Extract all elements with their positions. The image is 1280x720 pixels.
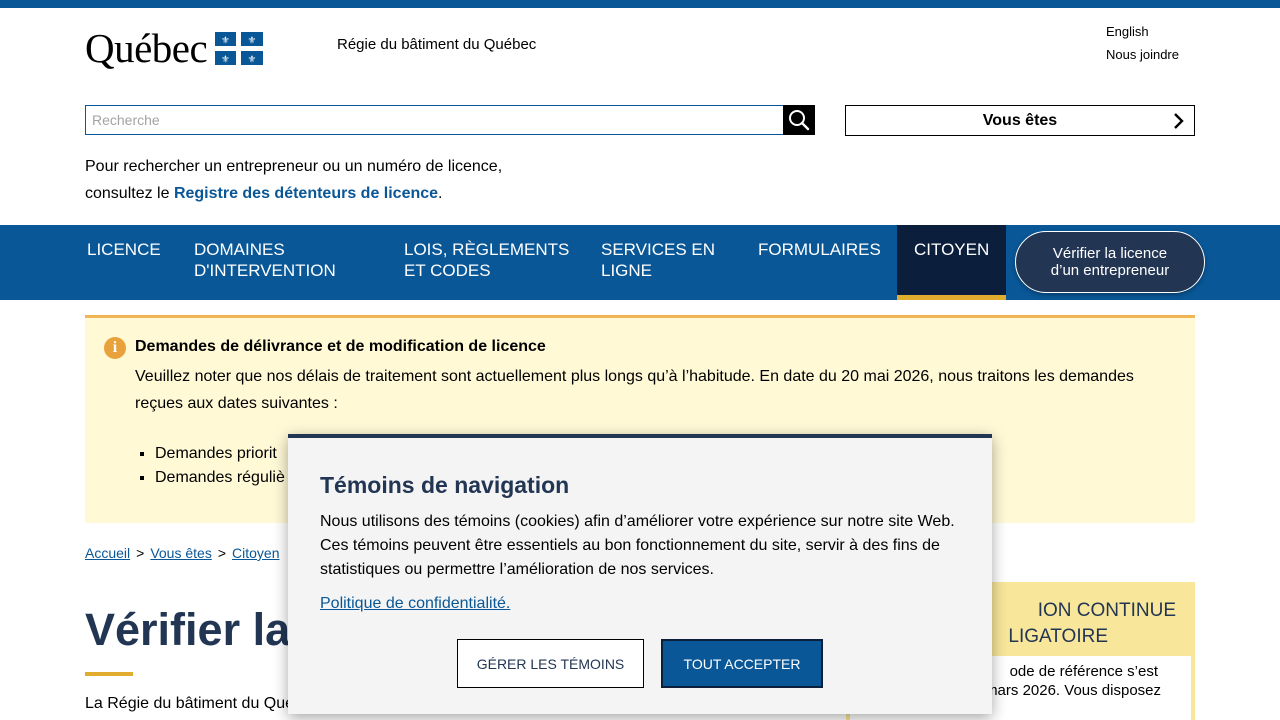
alert-list: Demandes priorit Demandes réguliè: [155, 442, 285, 490]
nav-label: FORMULAIRES: [758, 240, 881, 259]
verify-label-line1: Vérifier la licence: [1052, 245, 1168, 262]
intro-prefix: consultez le: [85, 185, 174, 202]
page-title: Vérifier la: [85, 604, 291, 655]
chevron-right-icon: [1174, 113, 1184, 129]
contact-link[interactable]: Nous joindre: [1106, 43, 1179, 66]
svg-text:⚜: ⚜: [221, 54, 230, 65]
privacy-policy-link[interactable]: Politique de confidentialité.: [320, 595, 510, 613]
audience-selector-label: Vous êtes: [982, 111, 1058, 129]
logo-wordmark: Québec: [85, 25, 208, 71]
title-underline: [85, 672, 133, 676]
breadcrumb-citoyen[interactable]: Citoyen: [232, 545, 279, 561]
nav-label-line2: LIGNE: [601, 261, 653, 280]
license-registry-link[interactable]: Registre des détenteurs de licence: [174, 185, 438, 202]
nav-item-services[interactable]: SERVICES EN LIGNE: [601, 225, 715, 300]
nav-item-formulaires[interactable]: FORMULAIRES: [758, 225, 881, 300]
svg-text:⚜: ⚜: [248, 35, 257, 46]
nav-item-licence[interactable]: LICENCE: [87, 225, 161, 300]
verify-license-button[interactable]: Vérifier la licence d’un entrepreneur: [1015, 231, 1205, 293]
accept-all-button[interactable]: TOUT ACCEPTER: [661, 639, 823, 688]
quebec-flag-icon: ⚜ ⚜ ⚜ ⚜: [215, 31, 264, 65]
org-name[interactable]: Régie du bâtiment du Québec: [337, 36, 536, 53]
breadcrumb: Accueil > Vous êtes > Citoyen: [85, 545, 279, 561]
breadcrumb-separator: >: [136, 545, 145, 561]
verify-label-line2: d’un entrepreneur: [1050, 262, 1170, 279]
utility-links: English Nous joindre: [1106, 20, 1179, 66]
search-button[interactable]: [783, 105, 815, 135]
svg-text:⚜: ⚜: [221, 35, 230, 46]
nav-label: LICENCE: [87, 240, 161, 259]
nav-label: DOMAINES: [194, 240, 285, 259]
intro-line-2: consultez le Registre des détenteurs de …: [85, 180, 502, 207]
breadcrumb-home[interactable]: Accueil: [85, 545, 130, 561]
top-accent-bar: [0, 0, 1280, 8]
intro-line-1: Pour rechercher un entrepreneur ou un nu…: [85, 158, 503, 175]
nav-label: CITOYEN: [914, 240, 990, 259]
audience-selector[interactable]: Vous êtes: [845, 105, 1195, 136]
nav-item-citoyen[interactable]: CITOYEN: [897, 225, 1007, 300]
list-item: Demandes priorit: [155, 442, 285, 466]
info-icon: i: [104, 337, 126, 359]
breadcrumb-vous-etes[interactable]: Vous êtes: [150, 545, 212, 561]
manage-cookies-button[interactable]: GÉRER LES TÉMOINS: [457, 639, 644, 688]
breadcrumb-separator: >: [217, 545, 227, 561]
cookie-dialog-text: Nous utilisons des témoins (cookies) afi…: [320, 513, 955, 578]
nav-label: SERVICES EN: [601, 240, 716, 259]
nav-label: LOIS, RÈGLEMENTS: [404, 240, 570, 259]
nav-label-line2: ET CODES: [404, 261, 491, 280]
search-bar: [85, 105, 815, 135]
list-item: Demandes réguliè: [155, 466, 285, 490]
svg-text:⚜: ⚜: [248, 54, 257, 65]
cookie-dialog-title: Témoins de navigation: [320, 472, 570, 498]
search-input[interactable]: [85, 105, 783, 135]
intro-suffix: .: [438, 185, 443, 202]
alert-text: Veuillez noter que nos délais de traitem…: [135, 368, 1134, 412]
cookie-consent-dialog: Témoins de navigation Nous utilisons des…: [288, 434, 992, 714]
intro-text: Pour rechercher un entrepreneur ou un nu…: [85, 153, 502, 207]
english-link[interactable]: English: [1106, 20, 1179, 43]
search-icon: [789, 110, 810, 131]
nav-item-lois[interactable]: LOIS, RÈGLEMENTS ET CODES: [404, 225, 569, 300]
nav-item-domaines[interactable]: DOMAINES D'INTERVENTION: [194, 225, 336, 300]
nav-label-line2: D'INTERVENTION: [194, 261, 336, 280]
quebec-logo[interactable]: Québec ⚜ ⚜ ⚜ ⚜: [85, 24, 264, 72]
alert-title: Demandes de délivrance et de modificatio…: [135, 338, 546, 355]
